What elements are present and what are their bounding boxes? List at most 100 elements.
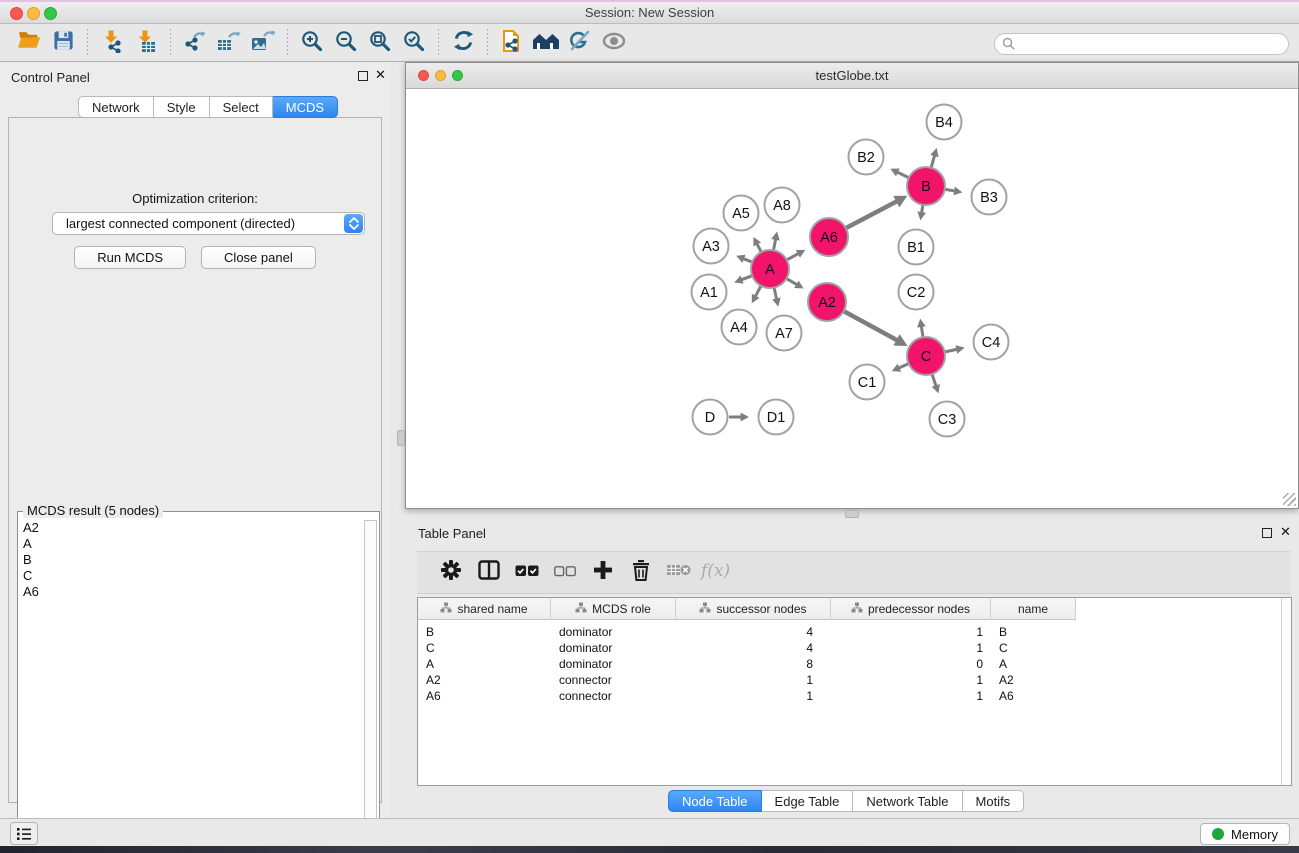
graph-edge-A-A6[interactable]	[787, 253, 799, 260]
select-all-columns-button[interactable]	[510, 557, 544, 589]
graph-edge-A-A7[interactable]	[774, 288, 777, 300]
graph-edge-A-A1[interactable]	[741, 276, 753, 280]
mcds-result-item[interactable]: A	[19, 536, 363, 552]
graph-edge-C-C2[interactable]	[921, 325, 923, 337]
run-mcds-button[interactable]: Run MCDS	[74, 246, 186, 269]
columns-button[interactable]	[472, 557, 506, 589]
graph-edge-A-A5[interactable]	[757, 243, 762, 252]
save-session-button[interactable]	[46, 28, 80, 58]
export-image-icon	[250, 29, 276, 58]
deselect-all-columns-button[interactable]	[548, 557, 582, 589]
float-panel-icon[interactable]	[358, 71, 368, 81]
result-scrollbar[interactable]	[364, 520, 377, 847]
column-header-successor-nodes[interactable]: successor nodes	[676, 598, 831, 620]
tab-motifs[interactable]: Motifs	[963, 790, 1025, 812]
tab-select[interactable]: Select	[210, 96, 273, 118]
table-cell: A	[991, 656, 1076, 672]
table-row-C[interactable]: Cdominator41C	[418, 640, 1076, 656]
delete-column-button[interactable]	[624, 557, 658, 589]
mcds-result-item[interactable]: C	[19, 568, 363, 584]
import-table-button[interactable]	[129, 28, 163, 58]
graph-edge-A2-C[interactable]	[844, 311, 898, 341]
import-network-button[interactable]	[95, 28, 129, 58]
close-panel-button[interactable]: Close panel	[201, 246, 316, 269]
graph-edge-A-A8[interactable]	[774, 238, 776, 250]
tab-node-table[interactable]: Node Table	[668, 790, 762, 812]
graph-edge-B-B3[interactable]	[945, 189, 956, 191]
criterion-dropdown[interactable]: largest connected component (directed)	[52, 212, 365, 235]
export-image-button[interactable]	[246, 28, 280, 58]
export-table-button[interactable]	[212, 28, 246, 58]
column-header-label: successor nodes	[716, 602, 806, 616]
column-type-icon	[440, 602, 452, 616]
graph-edge-C-C4[interactable]	[945, 349, 958, 352]
search-input[interactable]	[994, 33, 1289, 55]
horizontal-split-handle[interactable]	[845, 510, 859, 518]
apply-layout-button[interactable]	[446, 28, 480, 58]
task-history-button[interactable]	[10, 822, 38, 845]
zoom-selected-button[interactable]	[397, 28, 431, 58]
memory-button[interactable]: Memory	[1200, 823, 1290, 845]
tab-network[interactable]: Network	[78, 96, 154, 118]
column-type-icon	[851, 602, 863, 616]
node-label-A4: A4	[730, 320, 748, 336]
apply-function-button[interactable]: f(x)	[700, 557, 734, 589]
window-resize-grip[interactable]	[1283, 493, 1296, 506]
desktop-background	[0, 846, 1299, 853]
tab-style[interactable]: Style	[154, 96, 210, 118]
graph-edge-B-B2[interactable]	[897, 172, 909, 178]
mcds-result-item[interactable]: B	[19, 552, 363, 568]
mcds-result-title: MCDS result (5 nodes)	[23, 503, 163, 518]
home-button[interactable]	[529, 28, 563, 58]
open-session-button[interactable]	[12, 28, 46, 58]
export-table-icon	[216, 29, 242, 58]
export-network-icon	[182, 29, 208, 58]
table-row-A[interactable]: Adominator80A	[418, 656, 1076, 672]
tab-network-table[interactable]: Network Table	[853, 790, 962, 812]
delete-table-button[interactable]	[662, 557, 696, 589]
window-title: Session: New Session	[0, 5, 1299, 20]
node-label-C: C	[921, 349, 931, 365]
table-row-A2[interactable]: A2connector11A2	[418, 672, 1076, 688]
graph-edge-B-B4[interactable]	[931, 155, 935, 168]
table-row-A6[interactable]: A6connector11A6	[418, 688, 1076, 704]
node-table: shared name MCDS role successor nodes prede…	[417, 597, 1292, 786]
node-label-B1: B1	[907, 240, 925, 256]
graph-edge-A-A2[interactable]	[786, 279, 797, 285]
network-view-window: testGlobe.txt AA1A2A3A4A5A6A7A8BB1B2B3B4…	[405, 62, 1299, 509]
column-header-shared-name[interactable]: shared name	[418, 598, 551, 620]
graph-edge-A6-B[interactable]	[846, 201, 898, 228]
edge-arrowhead	[741, 413, 749, 422]
zoom-fit-button[interactable]	[363, 28, 397, 58]
graph-edge-C-C3[interactable]	[932, 374, 936, 387]
hide-label-button[interactable]	[563, 28, 597, 58]
show-hide-button[interactable]	[597, 28, 631, 58]
tab-edge-table[interactable]: Edge Table	[762, 790, 854, 812]
tab-mcds[interactable]: MCDS	[273, 96, 338, 118]
column-header-MCDS-role[interactable]: MCDS role	[551, 598, 676, 620]
close-panel-icon[interactable]: ✕	[375, 68, 386, 82]
column-header-name[interactable]: name	[991, 598, 1076, 620]
graph-edge-A-A4[interactable]	[755, 286, 761, 297]
table-scrollbar[interactable]	[1281, 598, 1291, 785]
vertical-split-handle[interactable]	[397, 430, 405, 446]
table-row-B[interactable]: Bdominator41B	[418, 624, 1076, 640]
add-column-button[interactable]	[586, 557, 620, 589]
toolbar-separator	[287, 29, 288, 57]
main-titlebar: Session: New Session	[0, 2, 1299, 24]
first-neighbors-button[interactable]	[495, 28, 529, 58]
node-label-B2: B2	[857, 150, 875, 166]
table-close-icon[interactable]: ✕	[1280, 525, 1291, 539]
graph-edge-A-A3[interactable]	[743, 258, 753, 262]
graph-edge-C-C1[interactable]	[898, 364, 909, 369]
mcds-result-item[interactable]: A2	[19, 520, 363, 536]
table-settings-button[interactable]	[434, 557, 468, 589]
zoom-in-button[interactable]	[295, 28, 329, 58]
table-float-icon[interactable]	[1262, 528, 1272, 538]
zoom-out-button[interactable]	[329, 28, 363, 58]
column-header-label: shared name	[457, 602, 527, 616]
export-network-button[interactable]	[178, 28, 212, 58]
network-canvas[interactable]: AA1A2A3A4A5A6A7A8BB1B2B3B4CC1C2C3C4DD1	[406, 89, 1298, 508]
column-header-predecessor-nodes[interactable]: predecessor nodes	[831, 598, 991, 620]
mcds-result-item[interactable]: A6	[19, 584, 363, 600]
